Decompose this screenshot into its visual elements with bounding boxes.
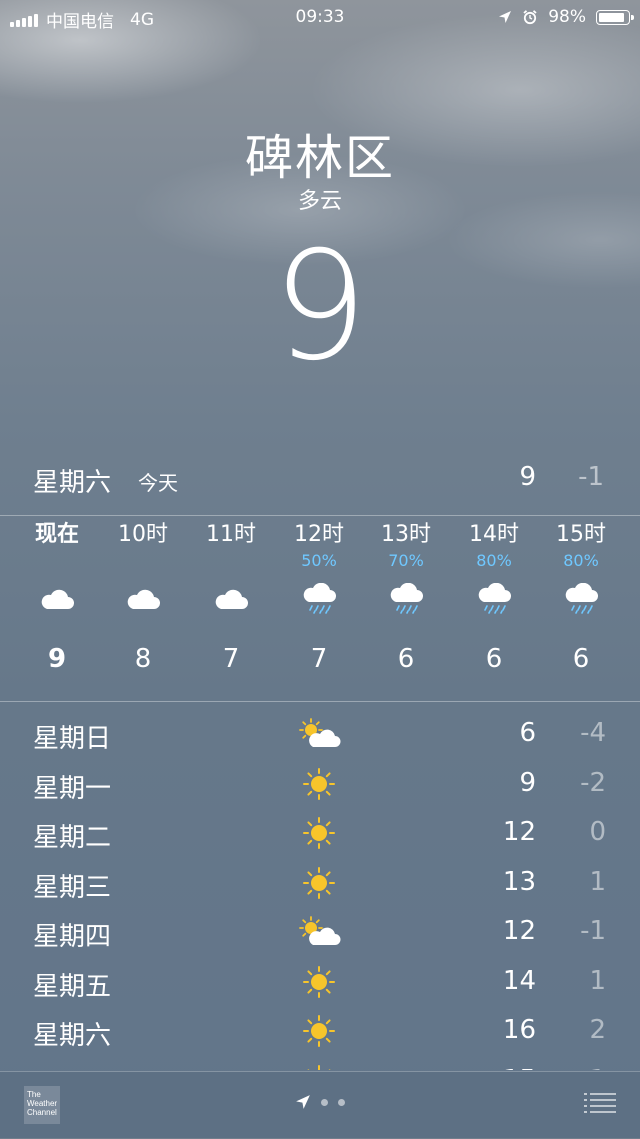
- sun-icon: [296, 762, 342, 806]
- today-day: 星期六: [33, 462, 111, 499]
- daily-day: 星期日: [33, 718, 111, 755]
- rain-cloud-icon: [362, 572, 450, 626]
- daily-high: 14: [503, 966, 536, 996]
- daily-forecast-row: 星期五 14 1: [0, 958, 640, 1008]
- hourly-precip-chance: 80%: [537, 550, 625, 572]
- divider: [0, 515, 640, 516]
- hourly-time: 13时: [362, 520, 450, 550]
- daily-forecast-row: 星期日 15 1: [0, 1057, 640, 1071]
- page-indicator[interactable]: [0, 1094, 640, 1110]
- hourly-forecast[interactable]: 现在 9 10时 8 11时 7 12时50% 7 13时70% 6 14时80% 6 15时80% 6: [0, 520, 640, 700]
- battery-icon: [596, 10, 630, 25]
- hourly-precip-chance: 80%: [450, 550, 538, 572]
- hourly-item: 10时 8: [99, 520, 187, 674]
- hourly-precip-chance: 70%: [362, 550, 450, 572]
- daily-forecast-row: 星期日 6 -4: [0, 710, 640, 760]
- daily-low: 1: [589, 867, 606, 897]
- daily-day: 星期二: [33, 817, 111, 854]
- daily-low: 0: [589, 817, 606, 847]
- daily-high: 15: [503, 1065, 536, 1071]
- hourly-time: 现在: [13, 520, 101, 550]
- rain-cloud-icon: [537, 572, 625, 626]
- today-high: 9: [519, 462, 536, 492]
- current-temperature: 9: [0, 222, 640, 392]
- partly-sunny-icon: [296, 712, 342, 756]
- daily-low: 1: [589, 966, 606, 996]
- hourly-item: 14时80% 6: [450, 520, 538, 674]
- hourly-time: 15时: [537, 520, 625, 550]
- daily-high: 6: [519, 718, 536, 748]
- status-bar: 中国电信 4G 09:33 98%: [0, 0, 640, 34]
- divider: [0, 701, 640, 702]
- sun-icon: [296, 960, 342, 1004]
- daily-high: 16: [503, 1015, 536, 1045]
- list-icon[interactable]: [584, 1092, 616, 1114]
- daily-low: 2: [589, 1015, 606, 1045]
- today-summary-row: 星期六 今天 9 -1: [0, 456, 640, 504]
- hourly-time: 14时: [450, 520, 538, 550]
- hourly-temperature: 6: [450, 644, 538, 674]
- daily-high: 12: [503, 817, 536, 847]
- cloud-icon: [13, 572, 101, 626]
- hourly-item: 11时 7: [187, 520, 275, 674]
- hourly-time: 10时: [99, 520, 187, 550]
- daily-forecast-row: 星期三 13 1: [0, 859, 640, 909]
- daily-forecast-row: 星期四 12 -1: [0, 908, 640, 958]
- daily-high: 13: [503, 867, 536, 897]
- sun-icon: [296, 1009, 342, 1053]
- hourly-precip-chance: [13, 550, 101, 572]
- daily-forecast-list[interactable]: 星期日6-4星期一9-2星期二120星期三131星期四12-1星期五141星期六…: [0, 710, 640, 1070]
- hourly-item: 现在 9: [13, 520, 101, 674]
- alarm-icon: [522, 9, 538, 25]
- bottom-toolbar: The Weather Channel: [0, 1071, 640, 1139]
- daily-forecast-row: 星期六 16 2: [0, 1007, 640, 1057]
- hourly-precip-chance: [187, 550, 275, 572]
- daily-day: 星期三: [33, 867, 111, 904]
- daily-high: 9: [519, 768, 536, 798]
- sun-icon: [296, 811, 342, 855]
- weather-condition: 多云: [0, 183, 640, 215]
- cloud-icon: [187, 572, 275, 626]
- location-arrow-icon: [498, 10, 512, 24]
- hourly-time: 12时: [275, 520, 363, 550]
- cloud-icon: [99, 572, 187, 626]
- battery-percentage: 98%: [548, 7, 586, 27]
- daily-high: 12: [503, 916, 536, 946]
- hourly-time: 11时: [187, 520, 275, 550]
- page-dot-icon: [321, 1099, 328, 1106]
- rain-cloud-icon: [275, 572, 363, 626]
- hourly-precip-chance: [99, 550, 187, 572]
- daily-day: 星期四: [33, 916, 111, 953]
- hourly-item: 13时70% 6: [362, 520, 450, 674]
- hourly-item: 12时50% 7: [275, 520, 363, 674]
- daily-low: 1: [589, 1065, 606, 1071]
- today-label: 今天: [138, 467, 178, 496]
- today-low: -1: [578, 462, 604, 492]
- partly-sunny-icon: [296, 910, 342, 954]
- hourly-precip-chance: 50%: [275, 550, 363, 572]
- sun-icon: [296, 1059, 342, 1071]
- hourly-temperature: 9: [13, 644, 101, 674]
- daily-low: -2: [580, 768, 606, 798]
- hourly-temperature: 8: [99, 644, 187, 674]
- hourly-item: 15时80% 6: [537, 520, 625, 674]
- hourly-temperature: 6: [362, 644, 450, 674]
- daily-low: -4: [580, 718, 606, 748]
- hourly-temperature: 7: [187, 644, 275, 674]
- daily-day: 星期一: [33, 768, 111, 805]
- daily-low: -1: [580, 916, 606, 946]
- daily-forecast-row: 星期一 9 -2: [0, 760, 640, 810]
- city-name: 碑林区: [0, 118, 640, 188]
- daily-day: 星期日: [33, 1065, 111, 1071]
- daily-day: 星期六: [33, 1015, 111, 1052]
- page-dot-icon: [338, 1099, 345, 1106]
- rain-cloud-icon: [450, 572, 538, 626]
- daily-forecast-row: 星期二 12 0: [0, 809, 640, 859]
- hourly-temperature: 7: [275, 644, 363, 674]
- hourly-temperature: 6: [537, 644, 625, 674]
- daily-day: 星期五: [33, 966, 111, 1003]
- location-arrow-icon: [295, 1094, 311, 1110]
- sun-icon: [296, 861, 342, 905]
